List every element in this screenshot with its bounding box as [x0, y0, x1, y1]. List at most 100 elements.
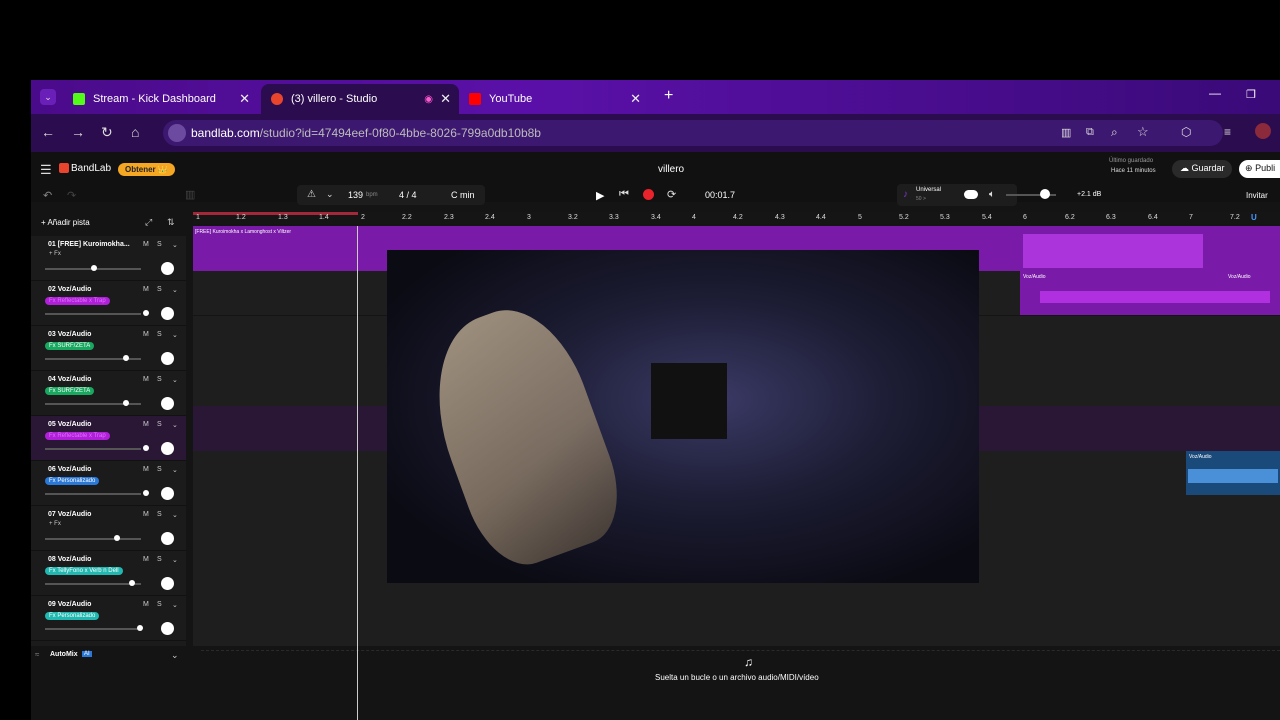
avatar[interactable]	[1255, 123, 1271, 139]
mixer-icon[interactable]: ▥	[185, 188, 195, 201]
volume-slider[interactable]	[45, 628, 141, 630]
volume-knob[interactable]	[143, 445, 149, 451]
mute-button[interactable]: M	[143, 421, 149, 428]
volume-knob[interactable]	[129, 580, 135, 586]
track-name[interactable]: 07 Voz/Audio	[48, 511, 91, 518]
undo-icon[interactable]: ↶	[43, 189, 52, 202]
close-icon[interactable]: ✕	[440, 91, 451, 107]
track-name[interactable]: 03 Voz/Audio	[48, 331, 91, 338]
chevron-down-icon[interactable]: ⌄	[172, 421, 178, 429]
close-icon[interactable]: ✕	[630, 91, 641, 107]
fx-button[interactable]: + Fx	[45, 520, 65, 528]
volume-knob[interactable]	[123, 355, 129, 361]
volume-knob[interactable]	[123, 400, 129, 406]
mute-button[interactable]: M	[143, 511, 149, 518]
extensions-icon[interactable]: ⬡	[1181, 125, 1191, 139]
track-settings-icon[interactable]: ⇅	[167, 217, 175, 228]
snap-icon[interactable]: U	[1251, 213, 1257, 222]
project-title[interactable]: villero	[658, 164, 684, 175]
solo-button[interactable]: S	[157, 331, 162, 338]
chevron-down-icon[interactable]: ⌄	[172, 376, 178, 384]
fx-button[interactable]: Fx Personalizado	[45, 612, 100, 620]
mastering-toggle[interactable]	[964, 190, 978, 199]
forward-icon[interactable]: →	[71, 124, 85, 140]
redo-icon[interactable]: ↷	[67, 189, 76, 202]
tab-studio[interactable]: (3) villero - Studio ◉ ✕	[261, 84, 459, 114]
volume-slider[interactable]	[45, 583, 141, 585]
mute-button[interactable]: M	[143, 601, 149, 608]
chevron-down-icon[interactable]: ⌄	[326, 189, 334, 200]
clip-voz[interactable]: Voz/Audio Voz/Audio	[1020, 271, 1280, 315]
close-icon[interactable]: ✕	[239, 91, 250, 107]
fx-button[interactable]: Fx SURF/ZETA	[45, 387, 95, 395]
pan-dial[interactable]	[161, 532, 174, 545]
minimize-icon[interactable]: —	[1209, 86, 1221, 100]
chevron-down-icon[interactable]: ⌄	[172, 331, 178, 339]
track-name[interactable]: 01 [FREE] Kuroimokha...	[48, 241, 130, 248]
add-track-button[interactable]: + Añadir pista	[41, 218, 90, 227]
bpm-value[interactable]: 139	[348, 190, 363, 200]
back-icon[interactable]: ←	[41, 124, 55, 140]
track-name[interactable]: 05 Voz/Audio	[48, 421, 91, 428]
solo-button[interactable]: S	[157, 466, 162, 473]
volume-slider[interactable]	[45, 538, 141, 540]
mute-button[interactable]: M	[143, 241, 149, 248]
home-icon[interactable]: ⌂	[131, 124, 139, 140]
save-button[interactable]: ☁ Guardar	[1172, 160, 1232, 178]
track-name[interactable]: 08 Voz/Audio	[48, 556, 91, 563]
tab-youtube[interactable]: YouTube ✕	[459, 84, 649, 114]
volume-knob[interactable]	[91, 265, 97, 271]
metronome-icon[interactable]: ⚠	[307, 189, 316, 200]
menu-icon[interactable]: ☰	[40, 162, 52, 178]
solo-button[interactable]: S	[157, 511, 162, 518]
pan-dial[interactable]	[161, 442, 174, 455]
publish-button[interactable]: ⊕ Publi	[1239, 160, 1280, 178]
bookmark-star-icon[interactable]: ☆	[1137, 124, 1149, 140]
volume-slider[interactable]	[45, 448, 141, 450]
site-info-icon[interactable]	[168, 124, 186, 142]
pan-dial[interactable]	[161, 487, 174, 500]
mastering-preset[interactable]: ♪ Universal 50 >	[897, 184, 1017, 206]
tab-search-icon[interactable]: ⌄	[40, 89, 56, 105]
track-header[interactable]: 02 Voz/Audio Fx Reflectable x Trap M S ⌄	[31, 281, 186, 326]
solo-button[interactable]: S	[157, 556, 162, 563]
pan-dial[interactable]	[161, 307, 174, 320]
chevron-down-icon[interactable]: ⌄	[172, 286, 178, 294]
fx-button[interactable]: Fx TellyFono x Verb n Dell	[45, 567, 123, 575]
track-header[interactable]: 04 Voz/Audio Fx SURF/ZETA M S ⌄	[31, 371, 186, 416]
timeline-ruler[interactable]: 1 1.2 1.3 1.4 2 2.2 2.3 2.4 3 3.2 3.3 3.…	[193, 212, 1280, 224]
media-icon[interactable]: ≡	[1224, 125, 1231, 139]
pan-dial[interactable]	[161, 397, 174, 410]
solo-button[interactable]: S	[157, 376, 162, 383]
volume-slider[interactable]	[45, 493, 141, 495]
track-header[interactable]: 01 [FREE] Kuroimokha... + Fx M S ⌄	[31, 236, 186, 281]
volume-knob[interactable]	[143, 310, 149, 316]
volume-knob[interactable]	[143, 490, 149, 496]
play-icon[interactable]: ▶	[596, 189, 604, 202]
track-header[interactable]: 07 Voz/Audio + Fx M S ⌄	[31, 506, 186, 551]
fx-button[interactable]: Fx SURF/ZETA	[45, 342, 95, 350]
mute-button[interactable]: M	[143, 466, 149, 473]
zoom-icon[interactable]: ⌕	[1111, 125, 1118, 140]
drop-zone[interactable]: ♫ Suelta un bucle o un archivo audio/MID…	[201, 650, 1280, 690]
playhead[interactable]	[357, 226, 358, 720]
chevron-down-icon[interactable]: ⌄	[172, 511, 178, 519]
track-header[interactable]: 05 Voz/Audio Fx Reflectable x Trap M S ⌄	[31, 416, 186, 461]
speaker-icon[interactable]: 🔈︎	[989, 189, 995, 200]
fx-button[interactable]: + Fx	[45, 250, 65, 258]
mute-button[interactable]: M	[143, 376, 149, 383]
track-name[interactable]: 09 Voz/Audio	[48, 601, 91, 608]
tab-kick[interactable]: Stream - Kick Dashboard ✕	[63, 84, 258, 114]
track-header[interactable]: 09 Voz/Audio Fx Personalizado M S ⌄	[31, 596, 186, 641]
clip-voz[interactable]: Voz/Audio	[1186, 451, 1280, 495]
mute-button[interactable]: M	[143, 331, 149, 338]
solo-button[interactable]: S	[157, 241, 162, 248]
record-icon[interactable]	[643, 189, 654, 200]
time-signature[interactable]: 4 / 4	[399, 190, 417, 200]
key-selector[interactable]: C min	[440, 185, 485, 205]
solo-button[interactable]: S	[157, 286, 162, 293]
reload-icon[interactable]: ↻	[101, 124, 113, 141]
track-header[interactable]: 03 Voz/Audio Fx SURF/ZETA M S ⌄	[31, 326, 186, 371]
pan-dial[interactable]	[161, 577, 174, 590]
track-header[interactable]: 06 Voz/Audio Fx Personalizado M S ⌄	[31, 461, 186, 506]
